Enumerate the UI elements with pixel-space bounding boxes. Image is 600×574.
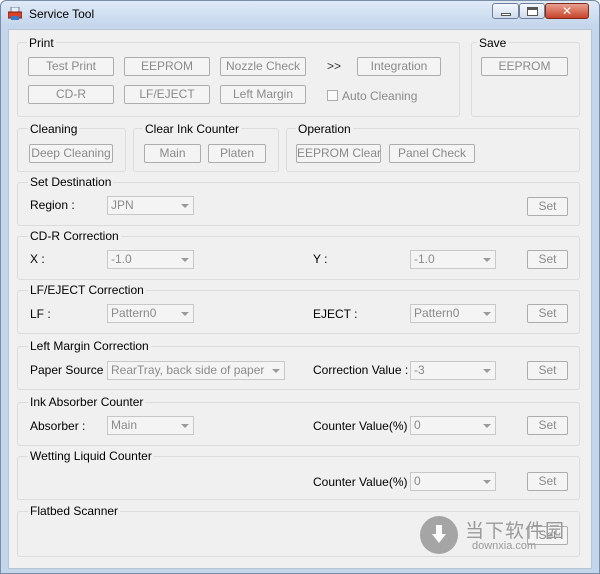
- chevron-down-icon: [272, 369, 280, 373]
- correction-value-select[interactable]: -3: [410, 361, 496, 380]
- panel-check-button[interactable]: Panel Check: [389, 144, 475, 163]
- cdr-x-select[interactable]: -1.0: [107, 250, 194, 269]
- save-group: [471, 42, 580, 117]
- minimize-icon: [501, 13, 511, 16]
- close-button[interactable]: ✕: [545, 3, 589, 19]
- cleaning-group-label: Cleaning: [28, 122, 80, 136]
- chevron-down-icon: [483, 424, 491, 428]
- clear-ink-platen-button[interactable]: Platen: [208, 144, 266, 163]
- print-group: [17, 42, 460, 117]
- chevron-down-icon: [181, 312, 189, 316]
- set-destination-label: Set Destination: [28, 175, 114, 189]
- chevron-down-icon: [483, 480, 491, 484]
- wetting-counter-value-select[interactable]: 0: [410, 472, 496, 491]
- cd-r-button[interactable]: CD-R: [28, 85, 114, 104]
- window-title: Service Tool: [29, 7, 95, 21]
- wetting-counter-value: 0: [414, 474, 421, 488]
- watermark-text: 当下软件园: [465, 521, 566, 542]
- left-margin-correction-set-button[interactable]: Set: [527, 361, 568, 380]
- cdr-x-value: -1.0: [111, 252, 132, 266]
- lf-eject-correction-label: LF/EJECT Correction: [28, 283, 146, 297]
- chevron-down-icon: [483, 312, 491, 316]
- more-indicator: >>: [327, 59, 342, 73]
- correction-value-label: Correction Value :: [313, 363, 409, 377]
- app-printer-icon: [8, 7, 22, 20]
- clear-ink-counter-label: Clear Ink Counter: [143, 122, 242, 136]
- nozzle-check-button[interactable]: Nozzle Check: [220, 57, 306, 76]
- cdr-correction-set-button[interactable]: Set: [527, 250, 568, 269]
- lf-label: LF :: [30, 307, 51, 321]
- left-margin-correction-label: Left Margin Correction: [28, 339, 151, 353]
- download-logo-icon: [420, 516, 458, 554]
- paper-source-select[interactable]: RearTray, back side of paper: [107, 361, 285, 380]
- wetting-liquid-set-button[interactable]: Set: [527, 472, 568, 491]
- set-destination-set-button[interactable]: Set: [527, 197, 568, 216]
- absorber-counter-value: 0: [414, 418, 421, 432]
- ink-absorber-set-button[interactable]: Set: [527, 416, 568, 435]
- region-value: JPN: [111, 198, 134, 212]
- cdr-y-value: -1.0: [414, 252, 435, 266]
- clear-ink-main-button[interactable]: Main: [144, 144, 201, 163]
- paper-source-label: Paper Source :: [30, 363, 111, 377]
- absorber-label: Absorber :: [30, 419, 86, 433]
- absorber-counter-value-label: Counter Value(%) :: [313, 419, 415, 433]
- cdr-y-label: Y :: [313, 252, 328, 266]
- maximize-icon: [527, 7, 538, 16]
- watermark: 当下软件园 downxia.com: [420, 516, 580, 560]
- save-group-label: Save: [477, 36, 509, 50]
- ink-absorber-counter-label: Ink Absorber Counter: [28, 395, 146, 409]
- close-icon: ✕: [561, 4, 573, 18]
- operation-group-label: Operation: [296, 122, 353, 136]
- print-group-label: Print: [27, 36, 56, 50]
- chevron-down-icon: [483, 258, 491, 262]
- integration-button[interactable]: Integration: [357, 57, 441, 76]
- absorber-value: Main: [111, 418, 138, 432]
- lf-select[interactable]: Pattern0: [107, 304, 194, 323]
- cdr-correction-label: CD-R Correction: [28, 229, 121, 243]
- deep-cleaning-button[interactable]: Deep Cleaning: [29, 144, 113, 163]
- eeprom-clear-button[interactable]: EEPROM Clear: [296, 144, 381, 163]
- region-label: Region :: [30, 198, 75, 212]
- auto-cleaning-label: Auto Cleaning: [342, 89, 418, 103]
- test-print-button[interactable]: Test Print: [28, 57, 114, 76]
- eeprom-print-button[interactable]: EEPROM: [124, 57, 210, 76]
- eject-value: Pattern0: [414, 306, 460, 320]
- flatbed-scanner-label: Flatbed Scanner: [28, 504, 121, 518]
- eject-select[interactable]: Pattern0: [410, 304, 496, 323]
- save-eeprom-button[interactable]: EEPROM: [481, 57, 568, 76]
- absorber-select[interactable]: Main: [107, 416, 194, 435]
- absorber-counter-value-select[interactable]: 0: [410, 416, 496, 435]
- cdr-y-select[interactable]: -1.0: [410, 250, 496, 269]
- chevron-down-icon: [181, 424, 189, 428]
- auto-cleaning-checkbox[interactable]: [327, 90, 338, 101]
- download-arrow-icon: [432, 525, 446, 543]
- chevron-down-icon: [181, 258, 189, 262]
- wetting-liquid-counter-label: Wetting Liquid Counter: [28, 449, 154, 463]
- title-bar[interactable]: Service Tool ✕: [1, 1, 599, 27]
- minimize-button[interactable]: [492, 3, 519, 19]
- eject-label: EJECT :: [313, 307, 358, 321]
- lf-eject-button[interactable]: LF/EJECT: [124, 85, 210, 104]
- maximize-button[interactable]: [519, 3, 545, 19]
- left-margin-button[interactable]: Left Margin: [220, 85, 306, 104]
- chevron-down-icon: [483, 369, 491, 373]
- cdr-x-label: X :: [30, 252, 45, 266]
- correction-value: -3: [414, 363, 425, 377]
- paper-source-value: RearTray, back side of paper: [111, 363, 265, 377]
- lf-eject-correction-set-button[interactable]: Set: [527, 304, 568, 323]
- lf-value: Pattern0: [111, 306, 157, 320]
- watermark-url: downxia.com: [472, 540, 537, 552]
- region-select[interactable]: JPN: [107, 196, 194, 215]
- wetting-counter-value-label: Counter Value(%) :: [313, 475, 415, 489]
- chevron-down-icon: [181, 204, 189, 208]
